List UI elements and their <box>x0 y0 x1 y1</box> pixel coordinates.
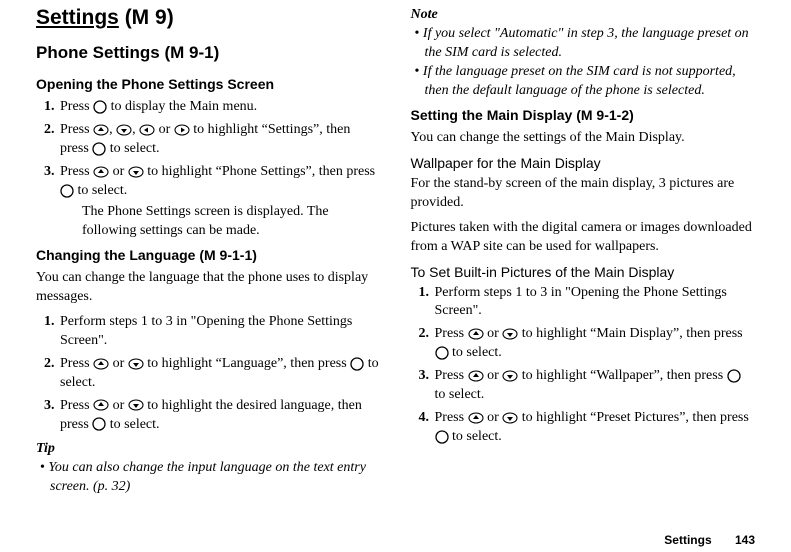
note-heading: Note <box>411 6 756 25</box>
step-1: Press to display the Main menu. <box>58 98 381 117</box>
center-key-icon <box>435 430 449 444</box>
page-footer: Settings 143 <box>664 532 755 548</box>
up-key-icon <box>468 412 484 424</box>
down-key-icon <box>502 328 518 340</box>
down-key-icon <box>502 412 518 424</box>
center-key-icon <box>350 357 364 371</box>
manual-page: Settings (M 9) Phone Settings (M 9-1) Op… <box>0 0 791 503</box>
down-key-icon <box>502 370 518 382</box>
center-key-icon <box>93 100 107 114</box>
up-key-icon <box>468 370 484 382</box>
step-2: Press or to highlight “Language”, then p… <box>58 355 381 393</box>
section-phone-settings: Phone Settings (M 9-1) <box>36 42 381 65</box>
title-menu-code: (M 9) <box>125 6 174 29</box>
up-key-icon <box>93 399 109 411</box>
heading-language: Changing the Language (M 9-1-1) <box>36 246 381 265</box>
step-text: Press or to highlight “Wallpaper”, then … <box>435 368 741 402</box>
down-key-icon <box>128 399 144 411</box>
down-key-icon <box>128 166 144 178</box>
page-title: Settings (M 9) <box>36 4 381 32</box>
language-intro: You can change the language that the pho… <box>36 269 381 307</box>
down-key-icon <box>128 358 144 370</box>
heading-wallpaper: Wallpaper for the Main Display <box>411 154 756 173</box>
builtin-steps: Perform steps 1 to 3 in "Opening the Pho… <box>411 284 756 447</box>
section-text: Phone Settings <box>36 43 160 62</box>
note-item: If the language preset on the SIM card i… <box>411 63 756 101</box>
step-text: Press , , or to highlight “Settings”, th… <box>60 122 350 156</box>
section-menu-code: (M 9-1) <box>164 43 219 62</box>
footer-page-number: 143 <box>735 533 755 547</box>
wallpaper-p2: Pictures taken with the digital camera o… <box>411 219 756 257</box>
down-key-icon <box>116 124 132 136</box>
center-key-icon <box>60 184 74 198</box>
center-key-icon <box>92 142 106 156</box>
up-key-icon <box>468 328 484 340</box>
step-text: Press to display the Main menu. <box>60 99 257 114</box>
center-key-icon <box>92 417 106 431</box>
step-text: Perform steps 1 to 3 in "Opening the Pho… <box>60 314 352 348</box>
step-note: The Phone Settings screen is displayed. … <box>82 203 381 241</box>
step-1: Perform steps 1 to 3 in "Opening the Pho… <box>433 284 756 322</box>
center-key-icon <box>435 346 449 360</box>
step-text: Perform steps 1 to 3 in "Opening the Pho… <box>435 285 727 319</box>
footer-section: Settings <box>664 533 711 547</box>
left-key-icon <box>139 124 155 136</box>
step-text: Press or to highlight “Phone Settings”, … <box>60 164 375 198</box>
wallpaper-p1: For the stand-by screen of the main disp… <box>411 175 756 213</box>
heading-opening: Opening the Phone Settings Screen <box>36 75 381 94</box>
main-display-intro: You can change the settings of the Main … <box>411 129 756 148</box>
heading-text: Changing the Language <box>36 247 195 263</box>
tip-heading: Tip <box>36 440 381 459</box>
left-column: Settings (M 9) Phone Settings (M 9-1) Op… <box>36 4 381 503</box>
step-text: Press or to highlight the desired langua… <box>60 398 362 432</box>
step-2: Press or to highlight “Main Display”, th… <box>433 325 756 363</box>
tip-item: You can also change the input language o… <box>36 459 381 497</box>
step-1: Perform steps 1 to 3 in "Opening the Pho… <box>58 313 381 351</box>
step-4: Press or to highlight “Preset Pictures”,… <box>433 409 756 447</box>
step-2: Press , , or to highlight “Settings”, th… <box>58 121 381 159</box>
language-steps: Perform steps 1 to 3 in "Opening the Pho… <box>36 313 381 434</box>
heading-text: Setting the Main Display <box>411 107 573 123</box>
up-key-icon <box>93 166 109 178</box>
title-text: Settings <box>36 6 119 29</box>
heading-menu-code: (M 9-1-1) <box>199 247 257 263</box>
up-key-icon <box>93 124 109 136</box>
step-text: Press or to highlight “Language”, then p… <box>60 356 379 390</box>
heading-main-display: Setting the Main Display (M 9-1-2) <box>411 106 756 125</box>
step-3: Press or to highlight the desired langua… <box>58 397 381 435</box>
step-text: Press or to highlight “Main Display”, th… <box>435 326 743 360</box>
up-key-icon <box>93 358 109 370</box>
center-key-icon <box>727 369 741 383</box>
note-list: If you select "Automatic" in step 3, the… <box>411 25 756 101</box>
step-3: Press or to highlight “Wallpaper”, then … <box>433 367 756 405</box>
opening-steps: Press to display the Main menu. Press , … <box>36 98 381 240</box>
heading-builtin: To Set Built-in Pictures of the Main Dis… <box>411 263 756 282</box>
tip-list: You can also change the input language o… <box>36 459 381 497</box>
step-text: Press or to highlight “Preset Pictures”,… <box>435 410 749 444</box>
right-key-icon <box>174 124 190 136</box>
note-item: If you select "Automatic" in step 3, the… <box>411 25 756 63</box>
right-column: Note If you select "Automatic" in step 3… <box>411 4 756 503</box>
heading-menu-code: (M 9-1-2) <box>576 107 634 123</box>
step-3: Press or to highlight “Phone Settings”, … <box>58 163 381 241</box>
